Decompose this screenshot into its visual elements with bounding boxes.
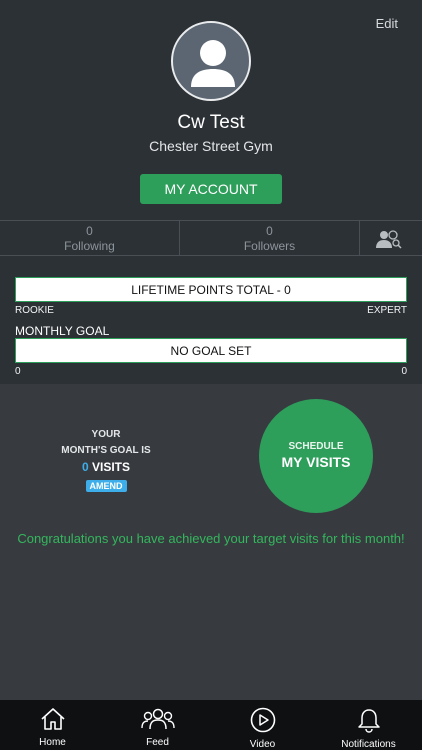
gym-name: Chester Street Gym (149, 138, 273, 154)
points-section: LIFETIME POINTS TOTAL - 0 ROOKIE EXPERT … (0, 256, 422, 384)
rookie-label: ROOKIE (15, 305, 54, 316)
expert-label: EXPERT (367, 305, 407, 316)
divider (359, 221, 360, 256)
monthly-goal-summary: YOUR MONTH'S GOAL IS 0 VISITS AMEND (0, 427, 212, 494)
congratulations-message: Congratulations you have achieved your t… (17, 531, 405, 546)
amend-button[interactable]: AMEND (85, 480, 127, 492)
tab-bar: Home Feed Video Notifications (0, 700, 422, 750)
following-label: Following (64, 239, 115, 253)
find-users-icon[interactable] (376, 229, 404, 249)
profile-header: Edit Cw Test Chester Street Gym MY ACCOU… (0, 0, 422, 220)
following-count: 0 (86, 224, 93, 238)
follow-bar: 0 Following 0 Followers (0, 220, 422, 256)
home-icon (40, 708, 65, 730)
goal-visits: 0 VISITS (0, 459, 212, 476)
edit-link[interactable]: Edit (376, 16, 398, 31)
goal-visits-word: VISITS (92, 460, 131, 474)
tab-video[interactable]: Video (210, 700, 315, 750)
tab-notifications-label: Notifications (341, 739, 396, 750)
tab-feed[interactable]: Feed (105, 700, 210, 750)
goal-line-2: MONTH'S GOAL IS (61, 445, 151, 456)
tab-video-label: Video (249, 739, 276, 750)
group-icon (140, 708, 175, 730)
tab-feed-label: Feed (146, 737, 169, 748)
goal-visits-count: 0 (81, 460, 89, 474)
goal-line-1: YOUR (91, 429, 121, 440)
monthly-goal-bar: NO GOAL SET (15, 338, 407, 363)
tab-notifications[interactable]: Notifications (315, 700, 422, 750)
goal-min-label: 0 (15, 366, 21, 377)
goal-max-label: 0 (401, 366, 407, 377)
bell-icon (357, 709, 380, 733)
lifetime-points-bar: LIFETIME POINTS TOTAL - 0 (15, 277, 407, 302)
followers-label: Followers (243, 239, 296, 253)
schedule-visits-button[interactable]: SCHEDULE MY VISITS (259, 399, 373, 513)
following-stat[interactable]: 0 Following (0, 221, 179, 256)
user-silhouette-icon (191, 40, 235, 87)
profile-name: Cw Test (177, 112, 245, 133)
tab-home-label: Home (39, 737, 66, 748)
my-account-button[interactable]: MY ACCOUNT (140, 174, 282, 204)
monthly-goal-label: MONTHLY GOAL (15, 324, 110, 338)
followers-count: 0 (266, 224, 273, 238)
tab-home[interactable]: Home (0, 700, 105, 750)
schedule-line-1: SCHEDULE (288, 441, 344, 452)
play-icon (250, 707, 275, 733)
followers-stat[interactable]: 0 Followers (180, 221, 359, 256)
avatar[interactable] (171, 21, 251, 101)
schedule-line-2: MY VISITS (281, 454, 351, 470)
